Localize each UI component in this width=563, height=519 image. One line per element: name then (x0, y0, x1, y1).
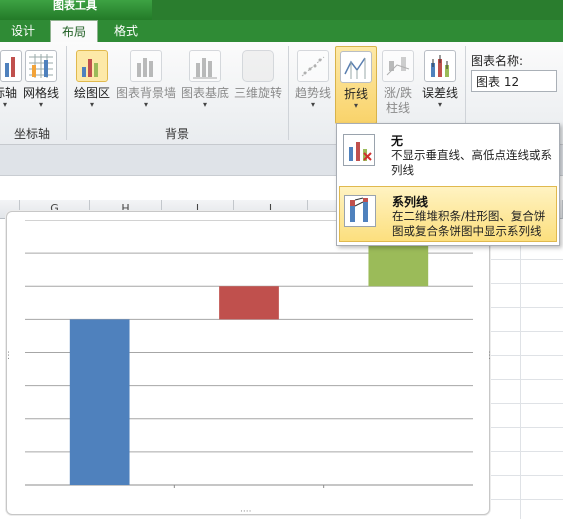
chevron-down-icon: ▾ (437, 100, 442, 109)
gridlines-icon (25, 50, 57, 82)
bar-2[interactable] (219, 286, 279, 320)
plot-area-icon (76, 50, 108, 82)
axes-button-label: 标轴 (0, 86, 17, 100)
chevron-down-icon: ▾ (310, 100, 315, 109)
grid-row-line (490, 475, 563, 476)
up-down-bars-button[interactable]: 涨/跌柱线 (378, 46, 418, 122)
menu-item-none[interactable]: 无 不显示垂直线、高低点连线或系列线 (339, 126, 557, 182)
up-down-bars-icon (382, 50, 414, 82)
plot-area-button-label: 绘图区 (73, 86, 110, 100)
chevron-down-icon: ▾ (353, 101, 358, 110)
grid-row-line (490, 331, 563, 332)
chart-floor-button-label: 图表基底 (180, 86, 229, 100)
series-lines-icon (344, 195, 376, 227)
chart-object[interactable]: 2014年2015年2016年 ···· ⋮ ⋮ (4, 211, 494, 517)
chevron-down-icon: ▾ (2, 100, 7, 109)
chart-floor-button[interactable]: 图表基底 ▾ (178, 46, 232, 122)
menu-item-series-lines-title: 系列线 (392, 195, 429, 209)
chart-wall-button[interactable]: 图表背景墙 ▾ (114, 46, 178, 122)
menu-item-none-title: 无 (391, 134, 404, 148)
axes-button[interactable]: 标轴 ▾ (0, 46, 22, 122)
resize-handle-left[interactable]: ⋮ (4, 352, 13, 361)
trendline-icon (297, 50, 329, 82)
error-bars-icon (424, 50, 456, 82)
chevron-down-icon: ▾ (38, 100, 43, 109)
trendline-button-label: 趋势线 (294, 86, 331, 100)
grid-row-line (490, 259, 563, 260)
chart-wall-icon (130, 50, 162, 82)
3d-rotation-icon (242, 50, 274, 82)
group-divider (66, 46, 67, 140)
chevron-down-icon: ▾ (202, 100, 207, 109)
tab-design[interactable]: 设计 (0, 20, 46, 42)
grid-row-line (490, 355, 563, 356)
contextual-tab-title: 图表工具 (53, 0, 97, 12)
menu-item-none-desc: 不显示垂直线、高低点连线或系列线 (391, 148, 552, 177)
chart-name-label: 图表名称: (471, 54, 524, 68)
grid-row-line (490, 283, 563, 284)
chart-wall-button-label: 图表背景墙 (115, 86, 176, 100)
grid-row-line (490, 379, 563, 380)
chart-plot-area[interactable]: 2014年2015年2016年 (25, 220, 473, 488)
gridlines-button-label: 网格线 (22, 86, 59, 100)
chevron-down-icon: ▾ (143, 100, 148, 109)
axes-group-label: 坐标轴 (13, 127, 50, 141)
grid-row-line (490, 307, 563, 308)
tab-format[interactable]: 格式 (103, 20, 149, 42)
grid-row-line (490, 403, 563, 404)
lines-dropdown-menu: 无 不显示垂直线、高低点连线或系列线 系列线 在二维堆积条/柱形图、复合饼图或复… (336, 123, 560, 246)
3d-rotation-button-label: 三维旋转 (233, 86, 282, 100)
gridlines-button[interactable]: 网格线 ▾ (20, 46, 62, 122)
resize-handle-right[interactable]: ⋮ (485, 352, 494, 361)
trendline-button[interactable]: 趋势线 ▾ (292, 46, 334, 122)
grid-column-line (520, 219, 521, 519)
chart-floor-icon (189, 50, 221, 82)
resize-handle-bottom[interactable]: ···· (240, 508, 251, 517)
axes-icon (0, 50, 22, 82)
grid-row-line (490, 427, 563, 428)
plot-area-button[interactable]: 绘图区 ▾ (70, 46, 114, 122)
group-divider (288, 46, 289, 140)
lines-icon (340, 51, 372, 83)
error-bars-button[interactable]: 误差线 ▾ (418, 46, 462, 122)
menu-item-series-lines[interactable]: 系列线 在二维堆积条/柱形图、复合饼图或复合条饼图中显示系列线 (339, 186, 557, 242)
up-down-bars-button-label: 涨/跌柱线 (383, 86, 413, 115)
bar-1[interactable] (69, 319, 130, 485)
error-bars-button-label: 误差线 (421, 86, 458, 100)
background-group-label: 背景 (164, 127, 189, 141)
chart-name-input[interactable]: 图表 12 (471, 70, 557, 92)
grid-row-line (490, 451, 563, 452)
3d-rotation-button[interactable]: 三维旋转 (232, 46, 284, 122)
grid-row-line (490, 499, 563, 500)
lines-button[interactable]: 折线 ▾ (335, 46, 377, 124)
tab-layout[interactable]: 布局 (50, 20, 98, 43)
menu-item-series-lines-desc: 在二维堆积条/柱形图、复合饼图或复合条饼图中显示系列线 (392, 209, 546, 238)
no-lines-icon (343, 134, 375, 166)
lines-button-label: 折线 (343, 87, 368, 101)
chevron-down-icon: ▾ (89, 100, 94, 109)
